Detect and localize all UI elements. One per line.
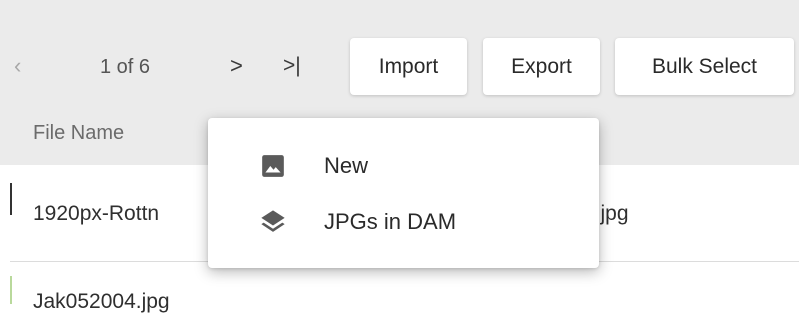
file-name-column-header[interactable]: File Name <box>33 122 124 145</box>
page-indicator: 1 of 6 <box>100 56 151 78</box>
layers-icon <box>258 207 288 237</box>
menu-item-jpgs-in-dam[interactable]: JPGs in DAM <box>208 194 599 250</box>
table-row[interactable]: Jak052004.jpg <box>10 262 799 321</box>
file-name-cell[interactable]: Jak052004.jpg <box>33 290 170 314</box>
next-page-icon[interactable]: > <box>230 52 248 80</box>
import-button[interactable]: Import <box>350 38 467 95</box>
toolbar: ‹ 1 of 6 > >| Import Export Bulk Select <box>0 38 799 96</box>
previous-page-icon[interactable]: ‹ <box>14 52 34 80</box>
row-thumbnail-edge <box>10 276 12 304</box>
image-icon <box>258 151 288 181</box>
menu-item-new[interactable]: New <box>208 138 599 194</box>
export-button[interactable]: Export <box>483 38 600 95</box>
menu-item-label: JPGs in DAM <box>324 209 457 234</box>
bulk-select-button[interactable]: Bulk Select <box>615 38 794 95</box>
row-thumbnail-edge <box>10 183 12 215</box>
import-dropdown-menu: New JPGs in DAM <box>208 118 599 268</box>
file-name-cell[interactable]: 1920px-Rottn <box>33 202 159 226</box>
last-page-icon[interactable]: >| <box>283 52 311 80</box>
menu-item-label: New <box>324 153 369 178</box>
